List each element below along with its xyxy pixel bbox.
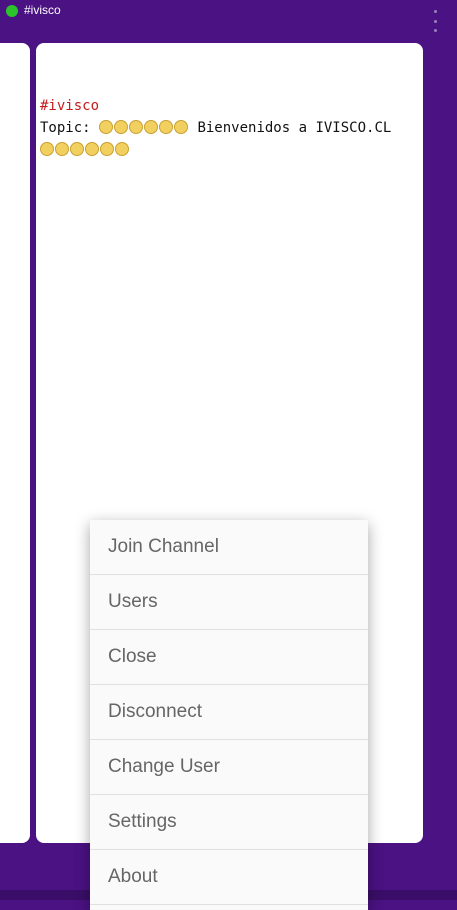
- menu-item-join-channel[interactable]: Join Channel: [90, 520, 368, 575]
- smiley-icon: [85, 142, 99, 156]
- menu-item-about[interactable]: About: [90, 850, 368, 905]
- previous-panel[interactable]: [0, 43, 30, 843]
- smiley-icon: [99, 120, 114, 134]
- overflow-menu: Join Channel Users Close Disconnect Chan…: [90, 520, 368, 910]
- topic-prefix: Topic:: [40, 120, 100, 136]
- channel-name: #ivisco: [40, 98, 100, 114]
- smiley-icon: [159, 120, 174, 134]
- more-vert-icon[interactable]: [430, 10, 440, 32]
- smiley-icon: [40, 142, 54, 156]
- topic-text: Bienvenidos a IVISCO.CL: [189, 120, 400, 136]
- smiley-icon: [174, 120, 189, 134]
- top-bar: #ivisco: [0, 0, 457, 32]
- menu-item-settings[interactable]: Settings: [90, 795, 368, 850]
- smiley-icon: [100, 142, 114, 156]
- smiley-icon: [70, 142, 84, 156]
- menu-item-disconnect[interactable]: Disconnect: [90, 685, 368, 740]
- smiley-icon: [129, 120, 144, 134]
- menu-item-close[interactable]: Close: [90, 630, 368, 685]
- smiley-icon: [55, 142, 69, 156]
- chat-log: #ivisco Topic: Bienvenidos a IVISCO.CL: [40, 51, 413, 183]
- channel-title: #ivisco: [24, 3, 61, 17]
- menu-item-users[interactable]: Users: [90, 575, 368, 630]
- connection-status-icon: [6, 5, 18, 17]
- menu-item-change-user[interactable]: Change User: [90, 740, 368, 795]
- smiley-icon: [114, 120, 129, 134]
- smiley-icon: [144, 120, 159, 134]
- smiley-icon: [115, 142, 129, 156]
